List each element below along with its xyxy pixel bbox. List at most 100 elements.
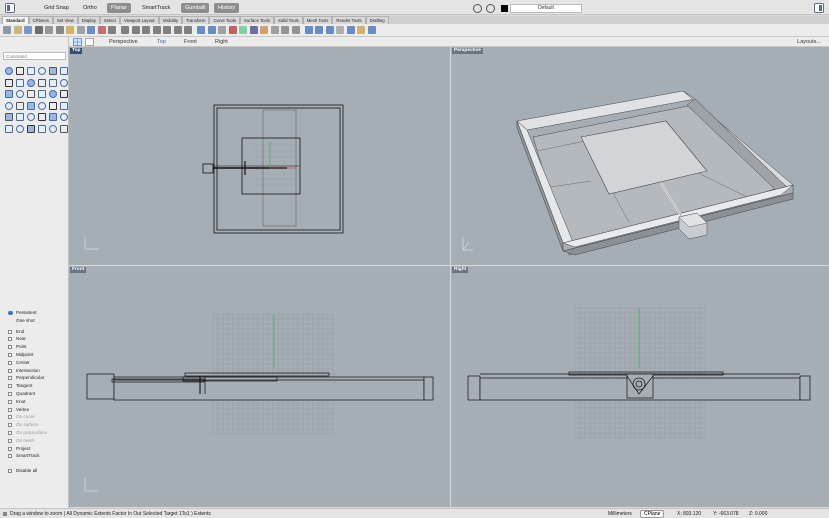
osnap-item[interactable]: On curve xyxy=(6,413,68,421)
osnap-item[interactable]: Tangent xyxy=(6,382,68,390)
vp-tab-front[interactable]: Front xyxy=(184,38,197,46)
toolbar-icon[interactable] xyxy=(13,26,22,34)
tool-grid-icon[interactable] xyxy=(27,101,35,110)
osnap-item[interactable]: On mesh xyxy=(6,437,68,445)
grid-snap-toggle[interactable]: Grid Snap xyxy=(40,3,73,13)
toolbar-icon[interactable] xyxy=(184,26,192,34)
toolbar-icon[interactable] xyxy=(173,26,182,34)
toolbar-icon[interactable] xyxy=(152,26,161,34)
toolbar-icon[interactable] xyxy=(131,26,140,34)
layer-color-swatch[interactable] xyxy=(501,5,508,12)
panel-toggle-icon[interactable] xyxy=(814,3,824,13)
tool-grid-icon[interactable] xyxy=(27,90,35,98)
osnap-item[interactable]: Project xyxy=(6,445,68,453)
smarttrack-toggle[interactable]: SmartTrack xyxy=(138,3,174,13)
osnap-disable-all[interactable]: Disable all xyxy=(6,467,68,475)
tool-grid-icon[interactable] xyxy=(60,67,68,75)
toolbar-icon[interactable] xyxy=(66,26,74,34)
toolbar-icon[interactable] xyxy=(218,26,226,34)
osnap-item[interactable]: Vertex xyxy=(6,406,68,414)
tool-grid-icon[interactable] xyxy=(27,113,35,121)
osnap-item[interactable]: Near xyxy=(6,335,68,343)
toolbar-icon[interactable] xyxy=(3,26,11,34)
tool-grid-icon[interactable] xyxy=(5,101,13,110)
osnap-item[interactable]: Intersection xyxy=(6,367,68,375)
osnap-mode-persistent[interactable]: Persistent xyxy=(6,309,68,317)
osnap-item[interactable]: On surface xyxy=(6,421,68,429)
toolbar-icon[interactable] xyxy=(281,26,289,34)
units-label[interactable]: Millimeters xyxy=(608,510,632,518)
toolbar-icon[interactable] xyxy=(249,26,258,34)
tool-grid-icon[interactable] xyxy=(16,113,24,121)
tool-grid-icon[interactable] xyxy=(16,78,24,87)
tool-grid-icon[interactable] xyxy=(16,67,24,75)
tool-grid-icon[interactable] xyxy=(5,124,13,133)
toolbar-icon[interactable] xyxy=(367,26,376,34)
toolbar-icon[interactable] xyxy=(97,26,106,34)
toolbar-icon[interactable] xyxy=(197,26,205,34)
toolbar-icon[interactable] xyxy=(228,26,237,34)
command-input[interactable] xyxy=(3,52,66,60)
toolbar-icon[interactable] xyxy=(357,26,365,34)
toolbar-tab-9[interactable]: Surface Tools xyxy=(240,16,275,24)
viewport-top[interactable]: Top xyxy=(69,47,450,265)
toolbar-icon[interactable] xyxy=(304,26,313,34)
viewport-label-front[interactable]: Front xyxy=(70,267,87,273)
osnap-item[interactable]: Quadrant xyxy=(6,390,68,398)
toolbar-tab-0[interactable]: Standard xyxy=(2,16,29,24)
history-toggle[interactable]: History xyxy=(214,3,240,13)
toolbar-tab-7[interactable]: Transform xyxy=(182,16,210,24)
toolbar-icon[interactable] xyxy=(108,26,116,34)
viewport-front[interactable]: Front xyxy=(69,266,450,507)
toolbar-icon[interactable] xyxy=(76,26,85,34)
toolbar-icon[interactable] xyxy=(270,26,279,34)
tool-grid-icon[interactable] xyxy=(38,101,46,110)
tool-grid-icon[interactable] xyxy=(60,113,68,121)
osnap-item[interactable]: Knot xyxy=(6,398,68,406)
toolbar-tab-1[interactable]: CPlanes xyxy=(28,16,53,24)
current-layer-selector[interactable]: Default xyxy=(510,4,582,13)
tool-grid-icon[interactable] xyxy=(49,67,57,75)
tool-grid-icon[interactable] xyxy=(5,113,13,121)
toolbar-icon[interactable] xyxy=(142,26,150,34)
toolbar-tab-12[interactable]: Render Tools xyxy=(332,16,366,24)
tool-grid-icon[interactable] xyxy=(49,90,57,98)
toolbar-icon[interactable] xyxy=(260,26,268,34)
filter-icon[interactable] xyxy=(473,4,482,13)
osnap-icon[interactable] xyxy=(486,4,495,13)
vp-tab-perspective[interactable]: Perspective xyxy=(109,38,138,46)
tool-grid-icon[interactable] xyxy=(60,90,68,98)
viewport-label-perspective[interactable]: Perspective xyxy=(452,48,483,54)
toolbar-tab-5[interactable]: Viewport Layout xyxy=(119,16,159,24)
osnap-item[interactable]: Midpoint xyxy=(6,351,68,359)
tool-grid-icon[interactable] xyxy=(27,124,35,133)
toolbar-tab-11[interactable]: Mesh Tools xyxy=(302,16,333,24)
toolbar-icon[interactable] xyxy=(24,26,32,34)
osnap-item[interactable]: SmartTrack xyxy=(6,452,68,460)
toolbar-icon[interactable] xyxy=(34,26,43,34)
toolbar-icon[interactable] xyxy=(239,26,247,34)
tool-grid-icon[interactable] xyxy=(49,124,57,133)
command-history-icon[interactable] xyxy=(3,512,7,516)
tool-grid-icon[interactable] xyxy=(5,78,13,87)
tool-grid-icon[interactable] xyxy=(38,113,46,121)
tool-grid-icon[interactable] xyxy=(5,67,13,75)
vp-tab-right[interactable]: Right xyxy=(215,38,228,46)
layouts-button[interactable]: Layouts... xyxy=(797,38,821,46)
gumball-toggle[interactable]: Gumball xyxy=(181,3,210,13)
toolbar-icon[interactable] xyxy=(291,26,300,34)
toolbar-icon[interactable] xyxy=(315,26,323,34)
toolbar-icon[interactable] xyxy=(55,26,64,34)
toolbar-tab-13[interactable]: Drafting xyxy=(365,16,389,24)
tool-grid-icon[interactable] xyxy=(5,90,13,98)
tool-grid-icon[interactable] xyxy=(49,78,57,87)
osnap-item[interactable]: End xyxy=(6,328,68,336)
toolbar-icon[interactable] xyxy=(346,26,355,34)
viewport-label-right[interactable]: Right xyxy=(452,267,469,273)
osnap-item[interactable]: Perpendicular xyxy=(6,374,68,382)
toolbar-tab-3[interactable]: Display xyxy=(77,16,100,24)
toolbar-icon[interactable] xyxy=(207,26,216,34)
tool-grid-icon[interactable] xyxy=(60,124,68,133)
tool-grid-icon[interactable] xyxy=(16,90,24,98)
tool-grid-icon[interactable] xyxy=(16,124,24,133)
